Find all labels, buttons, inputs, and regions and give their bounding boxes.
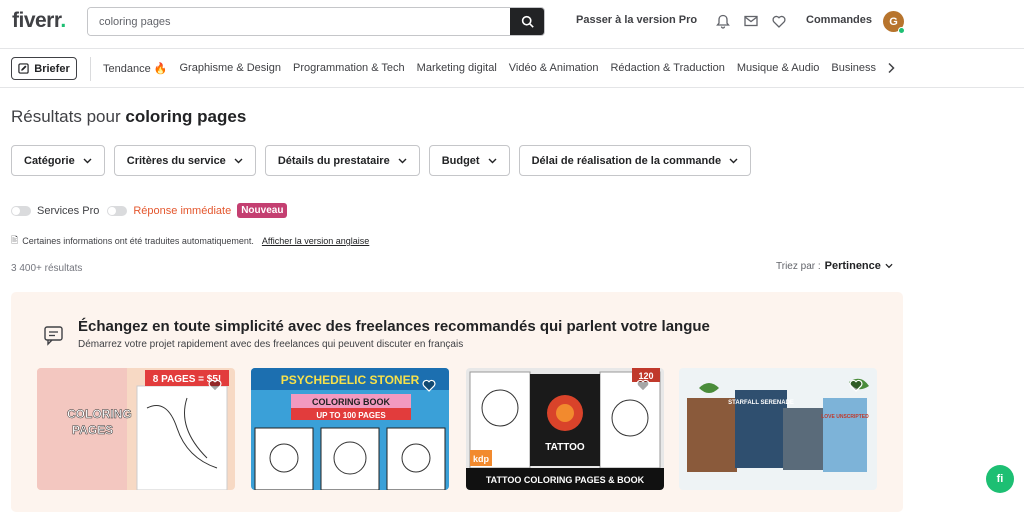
filter-category[interactable]: Catégorie — [11, 145, 105, 176]
gig-card[interactable]: PSYCHEDELIC STONER COLORING BOOK UP TO 1… — [251, 368, 449, 490]
chevron-down-icon — [729, 158, 738, 163]
card-4-top-text: STARFALL SERENADE — [728, 400, 794, 406]
svg-text:UP TO 100 PAGES: UP TO 100 PAGES — [316, 411, 386, 420]
results-prefix: Résultats pour — [11, 107, 121, 126]
gig-card[interactable]: STARFALL SERENADE LOVE UNSCRIPTED — [679, 368, 877, 490]
translation-note-text: Certaines informations ont été traduites… — [22, 236, 254, 246]
favorite-heart-icon[interactable] — [208, 379, 222, 393]
help-chat-button[interactable]: fi — [986, 465, 1014, 493]
chevron-down-icon — [234, 158, 243, 163]
category-item-graphisme[interactable]: Graphisme & Design — [179, 62, 281, 75]
chevron-down-icon — [398, 158, 407, 163]
category-item-musique[interactable]: Musique & Audio — [737, 62, 820, 75]
category-item-marketing[interactable]: Marketing digital — [417, 62, 497, 75]
filter-label: Détails du prestataire — [277, 154, 390, 167]
briefer-icon — [18, 63, 29, 74]
mail-icon[interactable] — [743, 13, 759, 29]
chevron-down-icon — [83, 158, 92, 163]
svg-text:PAGES: PAGES — [72, 423, 113, 437]
category-item-business[interactable]: Business — [831, 62, 876, 75]
search-icon — [521, 15, 534, 28]
sort-value: Pertinence — [824, 260, 881, 272]
search-input[interactable] — [88, 8, 512, 35]
category-divider — [90, 57, 91, 81]
gig-card[interactable]: TATTOO TATTOO COLORING PAGES & BOOK kdp … — [466, 368, 664, 490]
fiverr-logo[interactable]: fiverr. — [12, 9, 66, 33]
toggle-row: Services Pro Réponse immédiate Nouveau — [11, 203, 288, 218]
category-list: Tendance 🔥 Graphisme & Design Programmat… — [103, 62, 876, 75]
instant-response-label: Réponse immédiate — [133, 204, 232, 217]
category-item-video[interactable]: Vidéo & Animation — [509, 62, 599, 75]
new-badge: Nouveau — [237, 203, 288, 218]
results-query: coloring pages — [125, 107, 247, 126]
briefer-button[interactable]: Briefer — [11, 57, 77, 80]
search-bar — [87, 7, 545, 36]
gig-thumbnail: 8 PAGES = $5! COLORING PAGES — [37, 368, 235, 490]
results-count: 3 400+ résultats — [11, 263, 83, 274]
filter-seller-details[interactable]: Détails du prestataire — [264, 145, 420, 176]
filter-bar: Catégorie Critères du service Détails du… — [11, 145, 752, 176]
card-4-main-text: LOVE UNSCRIPTED — [821, 414, 869, 420]
filter-label: Délai de réalisation de la commande — [531, 154, 722, 167]
category-label: Tendance — [103, 63, 151, 75]
pro-services-toggle[interactable] — [11, 205, 31, 216]
filter-service-criteria[interactable]: Critères du service — [113, 145, 256, 176]
gig-card[interactable]: 8 PAGES = $5! COLORING PAGES — [37, 368, 235, 490]
category-item-programmation[interactable]: Programmation & Tech — [293, 62, 405, 75]
search-button[interactable] — [510, 8, 544, 35]
sort-control[interactable]: Triez par : Pertinence — [776, 260, 893, 272]
svg-text:COLORING: COLORING — [67, 407, 132, 421]
orders-link[interactable]: Commandes — [806, 14, 872, 26]
top-bar: fiverr. Passer à la version Pro Commande… — [0, 0, 1024, 44]
banner-title: Échangez en toute simplicité avec des fr… — [78, 318, 710, 335]
online-status-dot — [898, 27, 905, 34]
chevron-down-icon — [885, 263, 893, 269]
category-bar: Briefer Tendance 🔥 Graphisme & Design Pr… — [0, 48, 1024, 88]
logo-dot: . — [60, 9, 66, 32]
instant-response-toggle[interactable] — [107, 205, 128, 216]
heart-icon[interactable] — [771, 13, 787, 29]
filter-delivery-time[interactable]: Délai de réalisation de la commande — [518, 145, 752, 176]
fire-icon: 🔥 — [153, 63, 168, 75]
svg-text:COLORING BOOK: COLORING BOOK — [312, 397, 390, 407]
gig-thumbnail: STARFALL SERENADE LOVE UNSCRIPTED — [679, 368, 877, 490]
category-item-tendance[interactable]: Tendance 🔥 — [103, 62, 167, 75]
fiverr-help-icon: fi — [996, 473, 1004, 485]
filter-budget[interactable]: Budget — [428, 145, 510, 176]
favorite-heart-icon[interactable] — [422, 379, 436, 393]
chevron-down-icon — [488, 158, 497, 163]
briefer-label: Briefer — [34, 62, 70, 75]
gig-thumbnail: TATTOO TATTOO COLORING PAGES & BOOK kdp … — [466, 368, 664, 490]
category-item-redaction[interactable]: Rédaction & Traduction — [610, 62, 724, 75]
translate-icon: 🖹 — [11, 235, 19, 245]
favorite-heart-icon[interactable] — [636, 379, 650, 393]
translation-note: 🖹 Certaines informations ont été traduit… — [11, 233, 369, 249]
favorite-heart-icon[interactable] — [849, 379, 863, 393]
banner-subtitle: Démarrez votre projet rapidement avec de… — [78, 339, 464, 350]
filter-label: Critères du service — [126, 154, 226, 167]
bell-icon[interactable] — [715, 13, 731, 29]
svg-text:TATTOO COLORING PAGES & BOOK: TATTOO COLORING PAGES & BOOK — [486, 475, 645, 485]
page-title: Résultats pour coloring pages — [11, 107, 246, 127]
chat-icon — [44, 326, 66, 351]
logo-text: fiverr — [12, 9, 61, 32]
sort-label: Triez par : — [776, 260, 821, 272]
filter-label: Catégorie — [24, 154, 75, 167]
show-english-link[interactable]: Afficher la version anglaise — [262, 236, 369, 246]
gig-thumbnail: PSYCHEDELIC STONER COLORING BOOK UP TO 1… — [251, 368, 449, 490]
pro-services-label: Services Pro — [37, 204, 100, 217]
filter-label: Budget — [441, 154, 480, 167]
card-2-top-text: PSYCHEDELIC STONER — [281, 373, 420, 387]
card-3-top-text: TATTOO — [545, 442, 585, 453]
pro-link[interactable]: Passer à la version Pro — [576, 14, 697, 26]
svg-text:kdp: kdp — [473, 454, 490, 464]
chevron-right-icon[interactable] — [887, 61, 895, 79]
